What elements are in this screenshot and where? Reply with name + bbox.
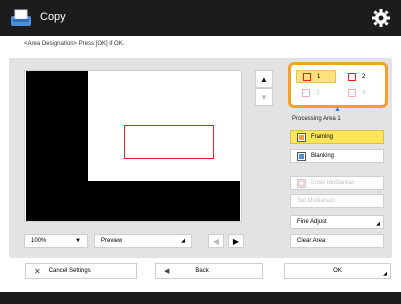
view-mode-select[interactable]: Preview ◢ — [94, 234, 192, 248]
area-1-button[interactable]: 1 — [296, 70, 336, 83]
status-bar — [0, 292, 401, 304]
back-label: Back — [195, 268, 209, 274]
processing-area-label: Processing Area 1 — [292, 116, 341, 122]
triangle-left-icon: ◀ — [212, 236, 220, 246]
area-box-icon — [348, 72, 356, 81]
area-3-label: 3 — [316, 89, 320, 96]
enter-multiareas-button[interactable]: Enter Multiareas — [290, 176, 384, 190]
area-3-button[interactable]: 3 — [296, 86, 336, 99]
enter-multiareas-label: Enter Multiareas — [311, 180, 355, 186]
next-button[interactable]: ▶ — [228, 234, 244, 248]
set-multiareas-button[interactable]: Set Multiareas — [290, 194, 384, 208]
clear-area-button[interactable]: Clear Area — [290, 234, 384, 248]
blanking-label: Blanking — [311, 153, 335, 159]
framing-button[interactable]: Framing — [290, 130, 384, 144]
framing-icon — [297, 132, 306, 142]
copy-icon — [11, 9, 31, 26]
scroll-down-button[interactable]: ▼ — [255, 88, 273, 106]
designated-area-frame[interactable] — [124, 125, 214, 159]
corner-arrow-icon: ◢ — [181, 238, 185, 244]
ok-label: OK — [333, 268, 342, 274]
area-selector — [288, 62, 388, 108]
close-icon: ✕ — [34, 266, 41, 276]
area-box-icon — [302, 88, 310, 97]
scroll-up-button[interactable]: ▲ — [255, 70, 273, 88]
zoom-select[interactable]: 100% ▼ — [24, 234, 88, 248]
fine-adjust-button[interactable]: Fine Adjust ◢ — [290, 215, 384, 229]
cancel-settings-label: Cancel Settings — [48, 268, 91, 274]
view-mode-label: Preview — [101, 238, 123, 244]
chevron-down-icon: ▼ — [75, 238, 81, 244]
area-box-icon — [348, 88, 356, 97]
area-box-icon — [303, 72, 311, 81]
corner-arrow-icon: ◢ — [383, 271, 387, 277]
blanking-icon — [297, 151, 306, 161]
zoom-value: 100% — [31, 238, 47, 244]
corner-arrow-icon: ◢ — [376, 221, 380, 227]
back-button[interactable]: ◀ Back — [155, 263, 263, 279]
area-2-label: 2 — [362, 73, 366, 80]
area-pointer-icon: ▲ — [334, 106, 341, 113]
instruction-text: <Area Designation> Press [OK] if OK. — [24, 41, 125, 47]
app-title: Copy — [40, 11, 66, 23]
back-arrow-icon: ◀ — [164, 268, 170, 275]
fine-adjust-label: Fine Adjust — [297, 219, 327, 225]
previous-button[interactable]: ◀ — [208, 234, 224, 248]
triangle-down-icon: ▼ — [260, 92, 268, 102]
area-4-label: 4 — [362, 89, 366, 96]
triangle-up-icon: ▲ — [260, 74, 268, 84]
triangle-right-icon: ▶ — [232, 236, 240, 246]
set-multiareas-label: Set Multiareas — [297, 198, 336, 204]
area-2-button[interactable]: 2 — [342, 70, 382, 83]
gear-icon[interactable] — [371, 8, 391, 28]
area-4-button[interactable]: 4 — [342, 86, 382, 99]
area-1-label: 1 — [317, 73, 321, 80]
blanking-button[interactable]: Blanking — [290, 149, 384, 163]
multiarea-icon — [297, 178, 306, 188]
cancel-settings-button[interactable]: ✕ Cancel Settings — [25, 263, 137, 279]
clear-area-label: Clear Area — [297, 238, 326, 244]
framing-label: Framing — [311, 134, 334, 140]
ok-button[interactable]: OK ◢ — [284, 263, 391, 279]
